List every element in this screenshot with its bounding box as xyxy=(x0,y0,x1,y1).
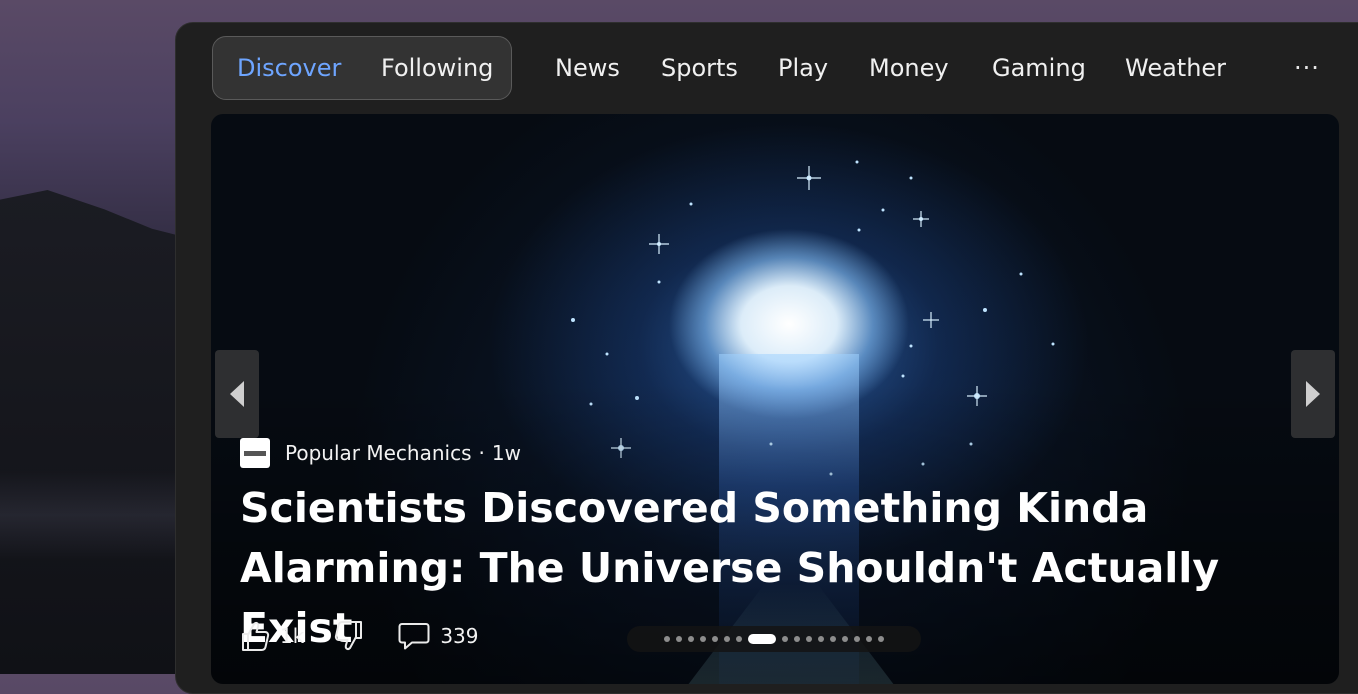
carousel-dot[interactable] xyxy=(854,636,860,642)
top-navigation: Discover Following News Sports Play Mone… xyxy=(212,36,1332,100)
carousel-dot[interactable] xyxy=(736,636,742,642)
desktop-wallpaper-hill xyxy=(0,190,190,674)
thumbs-up-icon xyxy=(242,622,270,651)
comment-count: 339 xyxy=(440,624,479,648)
thumbs-down-icon xyxy=(335,621,363,650)
carousel-dot[interactable] xyxy=(830,636,836,642)
widgets-panel: Discover Following News Sports Play Mone… xyxy=(175,22,1358,694)
article-actions: 1k 339 xyxy=(240,614,479,658)
like-count: 1k xyxy=(280,624,305,648)
chevron-left-icon xyxy=(230,381,244,407)
carousel-prev-button[interactable] xyxy=(215,350,259,438)
carousel-dot[interactable] xyxy=(782,636,788,642)
tab-sports[interactable]: Sports xyxy=(661,54,738,82)
carousel-dot[interactable] xyxy=(866,636,872,642)
source-logo xyxy=(240,438,270,468)
article-age: 1w xyxy=(491,441,521,465)
tab-gaming[interactable]: Gaming xyxy=(992,54,1086,82)
carousel-pagination xyxy=(627,626,921,652)
dislike-button[interactable] xyxy=(334,620,364,652)
like-button[interactable]: 1k xyxy=(240,620,304,652)
carousel-next-button[interactable] xyxy=(1291,350,1335,438)
carousel-dot[interactable] xyxy=(688,636,694,642)
carousel-dot[interactable] xyxy=(664,636,670,642)
speech-bubble-icon xyxy=(398,623,430,650)
source-name[interactable]: Popular Mechanics xyxy=(285,441,471,465)
tab-news[interactable]: News xyxy=(555,54,620,82)
hero-card[interactable]: Popular Mechanics · 1w Scientists Discov… xyxy=(211,114,1339,684)
chevron-right-icon xyxy=(1306,381,1320,407)
more-options-button[interactable]: ··· xyxy=(1294,54,1320,82)
carousel-dot[interactable] xyxy=(700,636,706,642)
carousel-dot[interactable] xyxy=(724,636,730,642)
carousel-dot[interactable] xyxy=(676,636,682,642)
tab-discover[interactable]: Discover xyxy=(237,54,341,82)
tab-money[interactable]: Money xyxy=(869,54,949,82)
carousel-dot[interactable] xyxy=(878,636,884,642)
meta-separator: · xyxy=(478,441,485,465)
carousel-dot-active[interactable] xyxy=(748,634,776,644)
source-logo-mark xyxy=(244,450,266,456)
carousel-dot[interactable] xyxy=(806,636,812,642)
carousel-dot[interactable] xyxy=(794,636,800,642)
comments-button[interactable]: 339 xyxy=(398,621,479,651)
carousel-dot[interactable] xyxy=(712,636,718,642)
carousel-dot[interactable] xyxy=(842,636,848,642)
carousel-dot[interactable] xyxy=(818,636,824,642)
article-source[interactable]: Popular Mechanics · 1w xyxy=(240,438,521,468)
tab-play[interactable]: Play xyxy=(778,54,828,82)
tab-weather[interactable]: Weather xyxy=(1125,54,1226,82)
desktop-wallpaper-mist xyxy=(0,470,190,560)
tab-following[interactable]: Following xyxy=(381,54,493,82)
